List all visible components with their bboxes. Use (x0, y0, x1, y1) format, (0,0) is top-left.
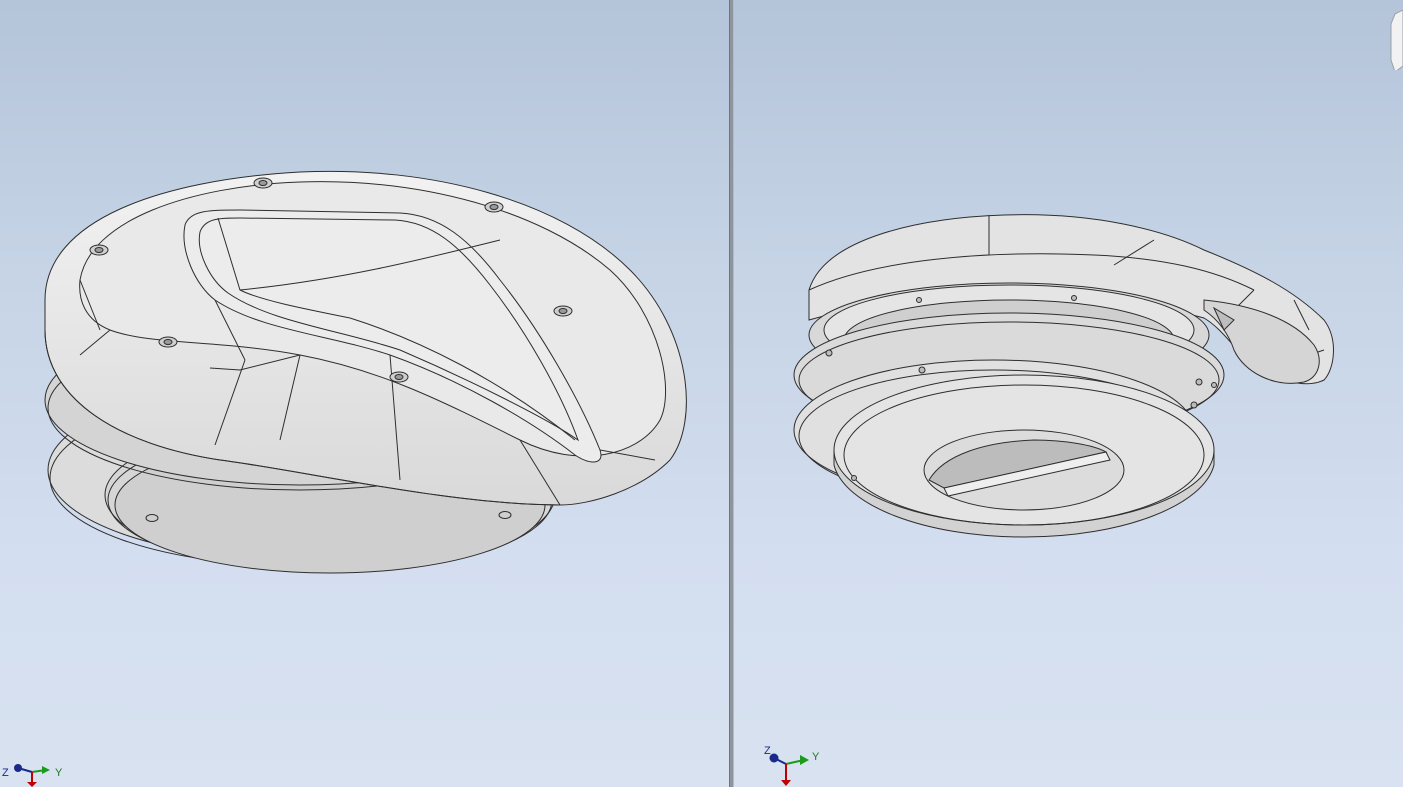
graphics-viewport-left[interactable]: Z Y (0, 0, 729, 787)
triad-y-label: Y (55, 767, 63, 779)
coordinate-triad-right: Z Y (762, 742, 832, 787)
triad-z-label: Z (2, 767, 9, 779)
triad-z-label: Z (764, 745, 771, 757)
triad-axis-icon (769, 753, 809, 786)
viewcube-icon[interactable] (1385, 10, 1403, 70)
coordinate-triad-left: Z Y (2, 758, 72, 787)
vent-cap-top-model[interactable] (0, 0, 729, 787)
triad-y-label: Y (812, 751, 820, 763)
graphics-viewport-right[interactable]: Z Y (734, 0, 1403, 787)
vent-cap-bottom-model[interactable] (734, 0, 1403, 787)
